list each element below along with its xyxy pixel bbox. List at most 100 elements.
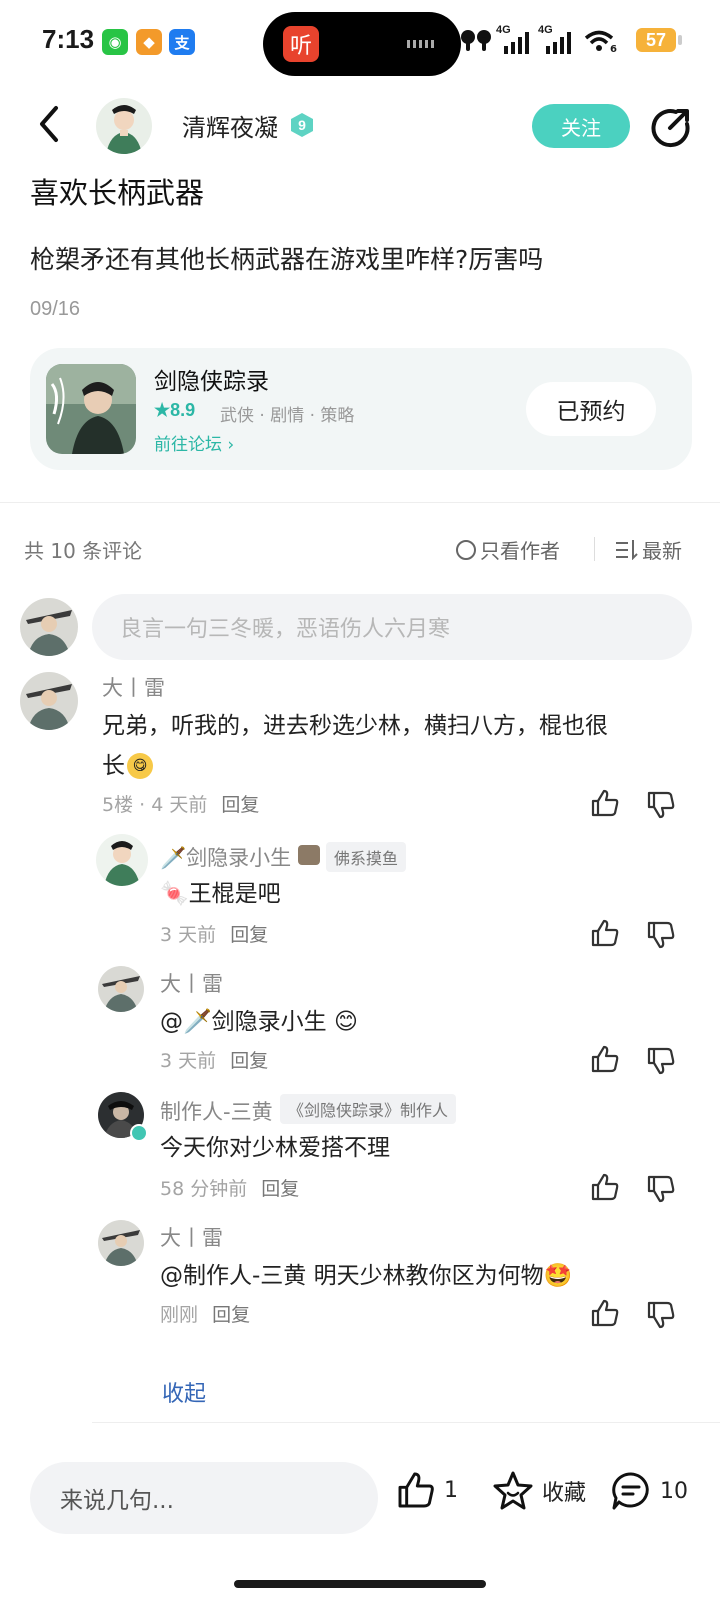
dislike-icon[interactable] [646,920,676,950]
wifi-sub-label: 6 [610,44,617,55]
reply-meta-text: 刚刚 [160,1304,199,1326]
reply-button[interactable]: 回复 [261,1178,299,1200]
like-icon[interactable] [590,1298,620,1328]
favorite-button[interactable]: 收藏 [492,1470,586,1512]
thread-divider [92,1422,720,1423]
like-count: 1 [444,1477,458,1503]
game-cover-image[interactable] [46,364,136,454]
dislike-icon[interactable] [646,1300,676,1330]
like-icon[interactable] [590,788,620,818]
author-avatar[interactable] [96,98,152,154]
emoji-face-icon: 😋 [127,753,153,779]
comment-input[interactable]: 良言一句三冬暖，恶语伤人六月寒 [92,594,692,660]
forum-link-label: 前往论坛 [154,435,222,455]
audio-wave-icon [407,40,434,48]
sort-label: 最新 [642,539,682,563]
reply-author[interactable]: 大丨雷 [160,968,223,998]
author-name[interactable]: 清辉夜凝 [182,108,278,143]
reply-button[interactable]: 回复 [212,1304,250,1326]
bottom-action-bar: 来说几句... 1 收藏 10 [0,1440,720,1600]
dislike-icon[interactable] [646,1046,676,1076]
reply-button[interactable]: 回复 [221,794,259,816]
reply-avatar[interactable] [96,834,148,886]
comment-meta-text: 5楼 · 4 天前 [102,794,208,816]
game-name[interactable]: 剑隐侠踪录 [154,362,269,396]
post-title: 喜欢长柄武器 [30,176,205,210]
comment-text-line2: 长 [102,753,125,779]
comment-author[interactable]: 大丨雷 [102,672,165,702]
game-card[interactable]: 剑隐侠踪录 ★8.9 武侠 · 剧情 · 策略 前往论坛 › 已预约 [30,348,692,470]
reply-meta: 3 天前 回复 [160,1046,268,1073]
comment-avatar[interactable] [20,672,78,730]
alipay-icon: 支 [169,29,195,55]
home-indicator[interactable] [234,1580,486,1588]
reply-author[interactable]: 制作人-三黄 [160,1096,273,1126]
dislike-icon[interactable] [646,790,676,820]
only-author-toggle[interactable]: 只看作者 [456,535,560,564]
comment-bubble-icon [612,1472,649,1510]
reply-author[interactable]: 🗡️剑隐录小生 [160,842,291,872]
like-post-button[interactable]: 1 [396,1470,458,1510]
only-author-label: 只看作者 [480,539,560,563]
radio-circle-icon [456,539,476,560]
reply-meta-text: 3 天前 [160,924,217,946]
comment-text-line2-row: 长 😋 [102,746,153,786]
reply-meta: 刚刚 回复 [160,1300,250,1327]
bottom-comment-input[interactable]: 来说几句... [30,1462,378,1534]
reply-meta: 58 分钟前 回复 [160,1174,299,1201]
comment-count: 共 10 条评论 [24,539,143,563]
dislike-icon[interactable] [646,1174,676,1204]
wechat-icon: ◉ [102,29,128,55]
reply-button[interactable]: 回复 [230,924,268,946]
earbuds-icon [461,30,491,51]
sort-toggle[interactable]: 最新 [616,535,682,564]
reply-text: 🍬王棍是吧 [160,881,281,907]
comment-text-line1: 兄弟，听我的，进去秒选少林，横扫八方，棍也很 [102,713,608,739]
game-rating: ★8.9 [154,400,196,420]
level-badge-icon: 9 [291,113,313,137]
reply-text: @制作人-三黄 明天少林教你区为何物🤩 [160,1263,573,1289]
dynamic-island: 听 [263,12,461,76]
battery-indicator: 57 [636,28,676,52]
signal-icon-2 [546,32,571,54]
header-separator [594,537,595,561]
comment-total: 10 [660,1478,688,1504]
my-avatar [20,598,78,656]
reply-avatar[interactable] [98,1220,144,1266]
chevron-right-icon: › [227,435,235,455]
status-time: 7:13 [42,24,95,54]
forum-link[interactable]: 前往论坛 › [154,430,234,455]
reserved-button[interactable]: 已预约 [526,382,656,436]
producer-tag: 《剑隐侠踪录》制作人 [280,1094,457,1124]
svg-text:9: 9 [298,117,306,133]
back-arrow-icon[interactable] [34,104,64,144]
comments-button[interactable]: 10 [610,1470,688,1512]
comment-meta: 5楼 · 4 天前 回复 [102,790,259,817]
reply-author[interactable]: 大丨雷 [160,1222,223,1252]
reply-text: 今天你对少林爱搭不理 [160,1135,390,1161]
status-bar: 7:13 ◉ ◆ 支 听 4G 4G 6 57 [0,0,720,84]
audio-app-icon: 听 [283,26,319,62]
like-icon[interactable] [590,918,620,948]
battery-tip [678,35,682,45]
like-icon[interactable] [590,1172,620,1202]
post-body: 枪槊矛还有其他长柄武器在游戏里咋样?厉害吗 [30,245,544,274]
post-date: 09/16 [30,298,81,320]
reply-meta: 3 天前 回复 [160,920,268,947]
verified-icon [130,1124,148,1142]
game-tags: 武侠 · 剧情 · 策略 [220,406,355,426]
like-icon[interactable] [590,1044,620,1074]
reply-button[interactable]: 回复 [230,1050,268,1072]
section-divider [0,502,720,503]
follow-button[interactable]: 关注 [532,104,630,148]
collapse-replies-button[interactable]: 收起 [162,1376,206,1408]
badge-icon [298,845,320,865]
reply-avatar[interactable] [98,966,144,1012]
sort-icon [616,539,638,560]
reply-meta-text: 58 分钟前 [160,1178,248,1200]
favorite-label: 收藏 [542,1481,587,1506]
signal-icon-1 [504,32,529,54]
share-icon[interactable] [650,106,692,148]
shield-app-icon: ◆ [136,29,162,55]
reply-meta-text: 3 天前 [160,1050,217,1072]
